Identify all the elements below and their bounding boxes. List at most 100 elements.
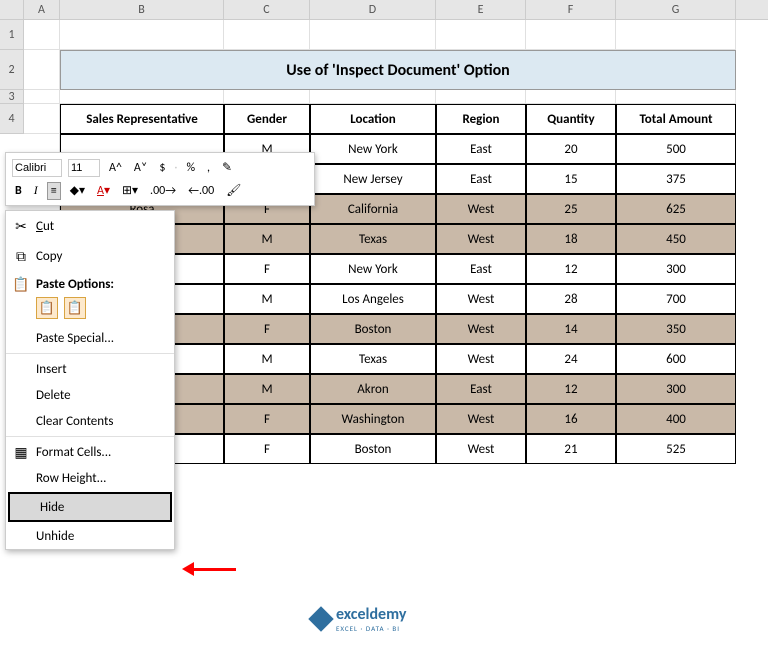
menu-insert[interactable]: Insert bbox=[6, 356, 174, 382]
cell-amount[interactable]: 625 bbox=[616, 194, 736, 224]
cell-quantity[interactable]: 12 bbox=[526, 374, 616, 404]
cell-location[interactable]: Texas bbox=[310, 344, 436, 374]
cell-quantity[interactable]: 24 bbox=[526, 344, 616, 374]
cell-amount[interactable]: 400 bbox=[616, 404, 736, 434]
paste-icon-1[interactable]: 📋 bbox=[36, 297, 58, 319]
col-E[interactable]: E bbox=[436, 0, 526, 19]
increase-decimal-icon[interactable]: .00→ bbox=[147, 183, 179, 199]
header-location[interactable]: Location bbox=[310, 104, 436, 134]
cell-quantity[interactable]: 28 bbox=[526, 284, 616, 314]
cell-quantity[interactable]: 14 bbox=[526, 314, 616, 344]
cell-region[interactable]: East bbox=[436, 164, 526, 194]
cell-amount[interactable]: 500 bbox=[616, 134, 736, 164]
border-icon[interactable]: ⊞▾ bbox=[119, 182, 141, 199]
cell-gender[interactable]: F bbox=[224, 404, 310, 434]
cell-region[interactable]: East bbox=[436, 254, 526, 284]
cell-gender[interactable]: M bbox=[224, 344, 310, 374]
decrease-decimal-icon[interactable]: ←.00 bbox=[185, 183, 217, 199]
cell-location[interactable]: Texas bbox=[310, 224, 436, 254]
decrease-font-icon[interactable]: A˅ bbox=[131, 160, 150, 176]
cell-amount[interactable]: 350 bbox=[616, 314, 736, 344]
menu-unhide[interactable]: Unhide bbox=[6, 523, 174, 549]
cell-region[interactable]: West bbox=[436, 434, 526, 464]
row-3[interactable]: 3 bbox=[0, 90, 24, 104]
cell-quantity[interactable]: 21 bbox=[526, 434, 616, 464]
menu-clear-contents[interactable]: Clear Contents bbox=[6, 408, 174, 434]
cell-amount[interactable]: 375 bbox=[616, 164, 736, 194]
cell-region[interactable]: East bbox=[436, 374, 526, 404]
cell-quantity[interactable]: 15 bbox=[526, 164, 616, 194]
cell-quantity[interactable]: 25 bbox=[526, 194, 616, 224]
col-G[interactable]: G bbox=[616, 0, 736, 19]
cell-amount[interactable]: 300 bbox=[616, 374, 736, 404]
font-color-icon[interactable]: A▾ bbox=[94, 182, 113, 199]
header-region[interactable]: Region bbox=[436, 104, 526, 134]
cell-location[interactable]: California bbox=[310, 194, 436, 224]
increase-font-icon[interactable]: A^ bbox=[106, 160, 125, 176]
cell-location[interactable]: Washington bbox=[310, 404, 436, 434]
row-4[interactable]: 4 bbox=[0, 104, 24, 134]
menu-row-height[interactable]: Row Height... bbox=[6, 465, 174, 491]
cell-gender[interactable]: F bbox=[224, 314, 310, 344]
header-amount[interactable]: Total Amount bbox=[616, 104, 736, 134]
cell-quantity[interactable]: 16 bbox=[526, 404, 616, 434]
cell-location[interactable]: Boston bbox=[310, 434, 436, 464]
menu-cut[interactable]: ✂CuCutt bbox=[6, 211, 174, 241]
col-D[interactable]: D bbox=[310, 0, 436, 19]
fill-color-icon[interactable]: ◆▾ bbox=[67, 182, 88, 199]
menu-format-cells[interactable]: ▦Format Cells... bbox=[6, 439, 174, 465]
cell-location[interactable]: New York bbox=[310, 134, 436, 164]
percent-icon[interactable]: % bbox=[183, 160, 198, 176]
cell-location[interactable]: Los Angeles bbox=[310, 284, 436, 314]
scissors-icon: ✂ bbox=[12, 218, 30, 235]
cell-gender[interactable]: M bbox=[224, 224, 310, 254]
cell-location[interactable]: New York bbox=[310, 254, 436, 284]
col-F[interactable]: F bbox=[526, 0, 616, 19]
menu-copy[interactable]: ⧉Copy bbox=[6, 241, 174, 271]
cell-region[interactable]: East bbox=[436, 134, 526, 164]
cell-region[interactable]: West bbox=[436, 194, 526, 224]
font-select[interactable] bbox=[12, 159, 62, 177]
cell-gender[interactable]: M bbox=[224, 374, 310, 404]
header-gender[interactable]: Gender bbox=[224, 104, 310, 134]
currency-icon[interactable]: $ bbox=[156, 160, 168, 176]
row-1[interactable]: 1 bbox=[0, 20, 24, 50]
cell-quantity[interactable]: 12 bbox=[526, 254, 616, 284]
brush-icon[interactable]: 🖌 bbox=[223, 182, 244, 199]
cell-gender[interactable]: M bbox=[224, 284, 310, 314]
col-C[interactable]: C bbox=[224, 0, 310, 19]
header-rep[interactable]: Sales Representative bbox=[60, 104, 224, 134]
cell-amount[interactable]: 525 bbox=[616, 434, 736, 464]
cell-gender[interactable]: F bbox=[224, 434, 310, 464]
row-2[interactable]: 2 bbox=[0, 50, 24, 90]
cell-region[interactable]: West bbox=[436, 224, 526, 254]
cell-amount[interactable]: 600 bbox=[616, 344, 736, 374]
bold-button[interactable]: B bbox=[12, 183, 25, 199]
cell-location[interactable]: Boston bbox=[310, 314, 436, 344]
cell-quantity[interactable]: 18 bbox=[526, 224, 616, 254]
format-painter-icon[interactable]: ✎ bbox=[219, 159, 235, 176]
copy-icon: ⧉ bbox=[12, 248, 30, 265]
cell-location[interactable]: New Jersey bbox=[310, 164, 436, 194]
cell-region[interactable]: West bbox=[436, 344, 526, 374]
align-button[interactable]: ≡ bbox=[47, 182, 61, 200]
cell-amount[interactable]: 700 bbox=[616, 284, 736, 314]
paste-icon-2[interactable]: 📋 bbox=[64, 297, 86, 319]
italic-button[interactable]: I bbox=[31, 182, 41, 199]
cell-region[interactable]: West bbox=[436, 404, 526, 434]
cell-gender[interactable]: F bbox=[224, 254, 310, 284]
cell-region[interactable]: West bbox=[436, 284, 526, 314]
menu-paste-special[interactable]: Paste Special... bbox=[6, 325, 174, 351]
col-B[interactable]: B bbox=[60, 0, 224, 19]
col-A[interactable]: A bbox=[24, 0, 60, 19]
menu-hide[interactable]: Hide bbox=[8, 492, 172, 522]
comma-icon[interactable]: , bbox=[204, 160, 213, 176]
cell-region[interactable]: West bbox=[436, 314, 526, 344]
size-select[interactable] bbox=[68, 159, 100, 177]
menu-delete[interactable]: Delete bbox=[6, 382, 174, 408]
cell-amount[interactable]: 300 bbox=[616, 254, 736, 284]
cell-amount[interactable]: 450 bbox=[616, 224, 736, 254]
cell-location[interactable]: Akron bbox=[310, 374, 436, 404]
header-quantity[interactable]: Quantity bbox=[526, 104, 616, 134]
cell-quantity[interactable]: 20 bbox=[526, 134, 616, 164]
